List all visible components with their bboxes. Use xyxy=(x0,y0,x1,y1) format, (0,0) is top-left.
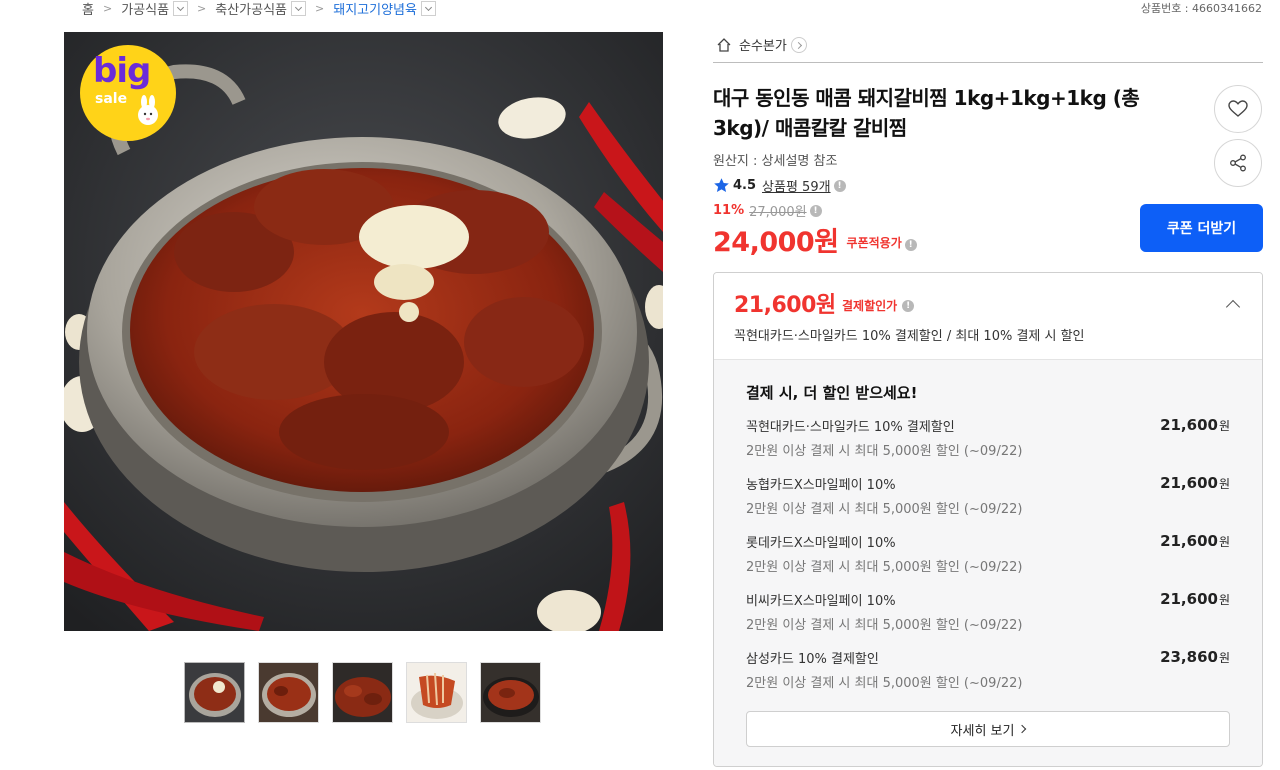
thumbnail-1[interactable] xyxy=(184,662,245,723)
payment-discount-price: 21,600원 xyxy=(734,293,836,318)
payment-discount-label: 결제할인가! xyxy=(842,297,915,314)
breadcrumb-category-1[interactable]: 가공식품 xyxy=(121,0,189,18)
heart-icon xyxy=(1228,100,1248,117)
big-sale-badge: big sale xyxy=(80,45,176,141)
card-discount-name: 농협카드X스마일페이 10% xyxy=(746,478,896,493)
original-price: 27,000원 xyxy=(749,205,807,220)
wishlist-button[interactable] xyxy=(1214,85,1262,133)
view-details-label: 자세히 보기 xyxy=(950,723,1015,739)
breadcrumb-separator-icon: > xyxy=(315,1,325,15)
info-icon[interactable]: ! xyxy=(833,179,846,192)
breadcrumb-category-2-label[interactable]: 축산가공식품 xyxy=(215,0,287,18)
card-discount-amount-unit: 원 xyxy=(1218,535,1230,549)
thumbnail-4[interactable] xyxy=(406,662,467,723)
rating-row: 4.5 상품평 59개 ! xyxy=(713,176,846,195)
card-discount-amount: 21,600원 xyxy=(1160,590,1230,608)
chevron-down-icon[interactable] xyxy=(291,0,307,16)
chevron-right-icon[interactable] xyxy=(790,36,807,53)
badge-sale-text: sale xyxy=(95,91,128,107)
get-more-coupons-button[interactable]: 쿠폰 더받기 xyxy=(1140,204,1263,252)
thumbnail-2-image xyxy=(259,663,318,722)
thumbnail-5-image xyxy=(481,663,540,722)
card-discount-row: 삼성카드 10% 결제할인 2만원 이상 결제 시 최대 5,000원 할인 (… xyxy=(746,648,1230,696)
price-row: 24,000원 쿠폰적용가 ! xyxy=(713,220,917,259)
chevron-down-icon[interactable] xyxy=(420,0,436,16)
card-discount-row: 롯데카드X스마일페이 10% 2만원 이상 결제 시 최대 5,000원 할인 … xyxy=(746,532,1230,580)
origin-info: 원산지 : 상세설명 참조 xyxy=(713,154,838,169)
rating-score: 4.5 xyxy=(733,178,757,193)
thumbnail-2[interactable] xyxy=(258,662,319,723)
breadcrumb-category-3-label[interactable]: 돼지고기양념육 xyxy=(333,0,417,18)
info-icon[interactable]: ! xyxy=(904,239,917,251)
card-discount-condition: 2만원 이상 결제 시 최대 5,000원 할인 (~09/22) xyxy=(746,560,1023,575)
card-discount-amount: 21,600원 xyxy=(1160,532,1230,550)
product-number: 상품번호 : 4660341662 xyxy=(1140,2,1262,15)
breadcrumb-category-2[interactable]: 축산가공식품 xyxy=(215,0,307,18)
thumbnail-4-image xyxy=(407,663,466,722)
chevron-down-icon[interactable] xyxy=(173,0,189,16)
payment-discount-details: 결제 시, 더 할인 받으세요! 꼭현대카드·스마일카드 10% 결제할인 2만… xyxy=(714,360,1262,766)
thumbnail-5[interactable] xyxy=(480,662,541,723)
thumbnail-strip xyxy=(184,662,541,723)
home-icon xyxy=(717,37,731,52)
card-discount-amount-value: 21,600 xyxy=(1160,416,1218,434)
breadcrumb-home-label[interactable]: 홈 xyxy=(82,0,94,18)
payment-discount-heading: 결제 시, 더 할인 받으세요! xyxy=(746,384,918,402)
card-discount-condition: 2만원 이상 결제 시 최대 5,000원 할인 (~09/22) xyxy=(746,502,1023,517)
chevron-right-icon xyxy=(1018,724,1027,734)
card-discount-row: 농협카드X스마일페이 10% 2만원 이상 결제 시 최대 5,000원 할인 … xyxy=(746,474,1230,522)
card-discount-amount-unit: 원 xyxy=(1218,419,1230,433)
info-icon[interactable]: ! xyxy=(809,204,822,217)
view-details-button[interactable]: 자세히 보기 xyxy=(746,711,1230,747)
main-product-image[interactable]: big sale xyxy=(64,32,663,631)
payment-discount-description: 꼭현대카드·스마일카드 10% 결제할인 / 최대 10% 결제 시 할인 xyxy=(734,329,1085,344)
sale-price: 24,000원 xyxy=(713,227,839,258)
thumbnail-3-image xyxy=(333,663,392,722)
breadcrumb-home[interactable]: 홈 xyxy=(82,0,94,18)
card-discount-amount: 23,860원 xyxy=(1160,648,1230,666)
coupon-price-label: 쿠폰적용가 xyxy=(846,236,902,250)
discount-row: 11% 27,000원 ! xyxy=(713,201,822,220)
card-discount-row: 꼭현대카드·스마일카드 10% 결제할인 2만원 이상 결제 시 최대 5,00… xyxy=(746,416,1230,464)
card-discount-amount-value: 21,600 xyxy=(1160,590,1218,608)
badge-big-text: big xyxy=(93,51,151,91)
product-title: 대구 동인동 매콤 돼지갈비찜 1kg+1kg+1kg (총 3kg)/ 매콤칼… xyxy=(713,86,1140,140)
store-row: 순수본가 xyxy=(713,33,1263,63)
reviews-link[interactable]: 상품평 59개 xyxy=(762,176,831,195)
card-discount-amount-value: 23,860 xyxy=(1160,648,1218,666)
card-discount-name: 비씨카드X스마일페이 10% xyxy=(746,594,896,609)
card-discount-name: 삼성카드 10% 결제할인 xyxy=(746,652,879,667)
breadcrumb-category-1-label[interactable]: 가공식품 xyxy=(121,0,169,18)
card-discount-amount-value: 21,600 xyxy=(1160,474,1218,492)
payment-discount-label-text: 결제할인가 xyxy=(842,299,898,313)
breadcrumb-separator-icon: > xyxy=(102,1,113,15)
card-discount-amount-unit: 원 xyxy=(1218,477,1230,491)
payment-discount-box: 21,600원 결제할인가! 꼭현대카드·스마일카드 10% 결제할인 / 최대… xyxy=(713,272,1263,767)
share-icon xyxy=(1230,154,1246,172)
store-name-link[interactable]: 순수본가 xyxy=(739,35,787,54)
thumbnail-1-image xyxy=(185,663,244,722)
card-discount-amount: 21,600원 xyxy=(1160,474,1230,492)
share-button[interactable] xyxy=(1214,139,1262,187)
card-discount-condition: 2만원 이상 결제 시 최대 5,000원 할인 (~09/22) xyxy=(746,618,1023,633)
card-discount-condition: 2만원 이상 결제 시 최대 5,000원 할인 (~09/22) xyxy=(746,676,1023,691)
star-icon xyxy=(714,178,729,192)
thumbnail-3[interactable] xyxy=(332,662,393,723)
info-icon[interactable]: ! xyxy=(902,299,915,312)
card-discount-amount-unit: 원 xyxy=(1218,593,1230,607)
card-discount-name: 꼭현대카드·스마일카드 10% 결제할인 xyxy=(746,420,955,435)
card-discount-amount-value: 21,600 xyxy=(1160,532,1218,550)
card-discount-condition: 2만원 이상 결제 시 최대 5,000원 할인 (~09/22) xyxy=(746,444,1023,459)
discount-rate: 11% xyxy=(713,203,745,218)
payment-discount-header[interactable]: 21,600원 결제할인가! 꼭현대카드·스마일카드 10% 결제할인 / 최대… xyxy=(714,273,1262,360)
card-discount-amount-unit: 원 xyxy=(1218,651,1230,665)
card-discount-name: 롯데카드X스마일페이 10% xyxy=(746,536,896,551)
breadcrumb-category-3[interactable]: 돼지고기양념육 xyxy=(333,0,436,18)
breadcrumb-separator-icon: > xyxy=(197,1,207,15)
chevron-up-icon[interactable] xyxy=(1226,297,1240,311)
card-discount-amount: 21,600원 xyxy=(1160,416,1230,434)
bunny-icon xyxy=(138,95,158,125)
breadcrumb: 홈 > 가공식품 > 축산가공식품 > 돼지고기양념육 xyxy=(82,0,436,18)
card-discount-row: 비씨카드X스마일페이 10% 2만원 이상 결제 시 최대 5,000원 할인 … xyxy=(746,590,1230,638)
